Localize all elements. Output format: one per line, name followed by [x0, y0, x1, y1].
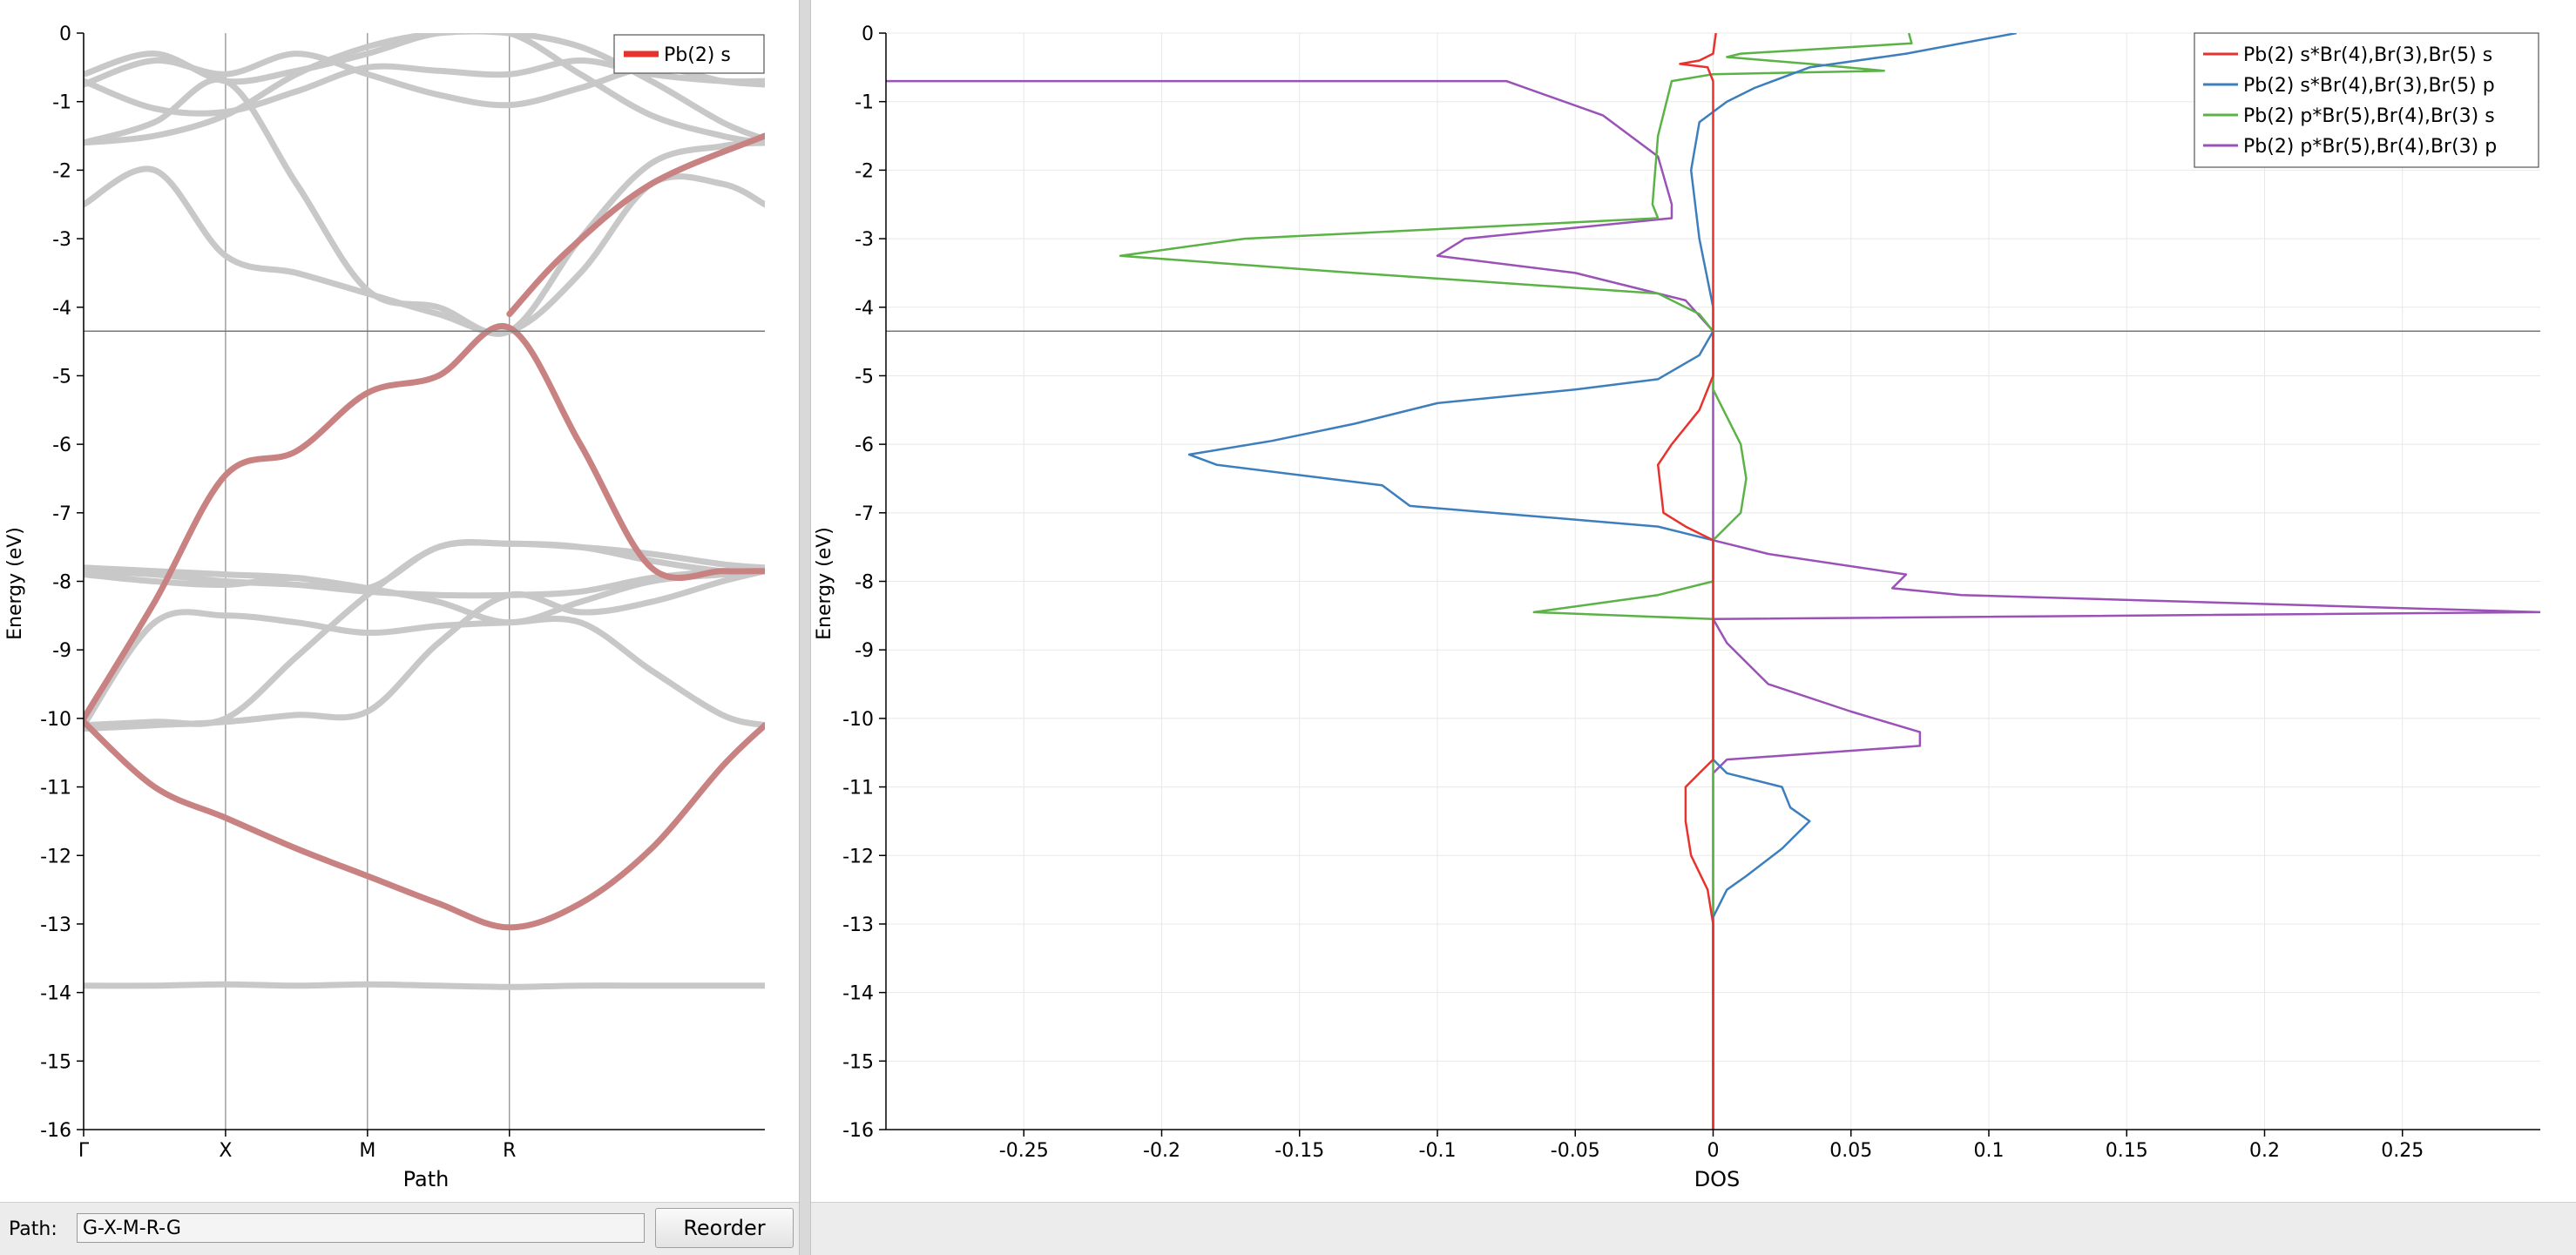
- band-y-tick-label: -11: [40, 778, 71, 800]
- reorder-button[interactable]: Reorder: [655, 1208, 794, 1248]
- dos-status-bar: [811, 1202, 2576, 1255]
- band-y-tick-label: -1: [52, 92, 71, 114]
- band-line: [84, 981, 765, 990]
- dos-y-tick-label: -13: [842, 914, 874, 936]
- dos-x-tick-label: -0.25: [999, 1140, 1049, 1162]
- dos-x-tick-label: -0.2: [1143, 1140, 1180, 1162]
- dos-panel: Energy (eV) DOS 0 -1 -2 -3 -4 -5 -6 -7 -8 -9 -10 -1…: [811, 0, 2576, 1255]
- dos-x-tick-label: 0.2: [2249, 1140, 2280, 1162]
- dos-legend-label: Pb(2) p*Br(5),Br(4),Br(3) s: [2243, 105, 2495, 127]
- band-y-tick-label: -6: [52, 435, 71, 456]
- dos-y-tick-label: -9: [855, 640, 874, 662]
- dos-y-tick-label: -8: [855, 572, 874, 594]
- band-y-tick-label: -12: [40, 846, 71, 867]
- dos-x-tick-label: -0.05: [1551, 1140, 1600, 1162]
- dos-legend-label: Pb(2) s*Br(4),Br(3),Br(5) p: [2243, 75, 2495, 97]
- dos-y-tick-label: -3: [855, 229, 874, 251]
- band-y-tick-label: -16: [40, 1120, 71, 1142]
- dos-x-tick-label: -0.1: [1419, 1140, 1457, 1162]
- band-y-tick-label: -2: [52, 160, 71, 182]
- dos-y-tick-label: -14: [842, 983, 874, 1005]
- dos-x-tick-label: 0: [1707, 1140, 1720, 1162]
- band-y-axis-label: Energy (eV): [4, 527, 26, 640]
- dos-y-tick-label: -15: [842, 1051, 874, 1073]
- band-y-tick-label: -5: [52, 366, 71, 388]
- dos-x-tick-label: 0.25: [2381, 1140, 2424, 1162]
- pane-splitter[interactable]: [799, 0, 811, 1255]
- dos-y-tick-label: -10: [842, 709, 874, 731]
- kpoint-label: Γ: [78, 1140, 90, 1162]
- path-label: Path:: [9, 1218, 57, 1240]
- dos-chart: Energy (eV) DOS 0 -1 -2 -3 -4 -5 -6 -7 -8 -9 -10 -1…: [814, 24, 2540, 1191]
- band-y-tick-label: -4: [52, 298, 71, 320]
- band-y-tick-label: -7: [52, 503, 71, 525]
- dos-y-tick-label: -12: [842, 846, 874, 867]
- kpoint-label: M: [359, 1140, 375, 1162]
- dos-y-tick-label: -11: [842, 778, 874, 800]
- dos-legend: Pb(2) s*Br(4),Br(3),Br(5) s Pb(2) s*Br(4)…: [2194, 32, 2539, 168]
- band-y-tick-label: -3: [52, 229, 71, 251]
- dos-x-tick-label: 0.05: [1829, 1140, 1872, 1162]
- dos-y-tick-label: -2: [855, 160, 874, 182]
- dos-y-tick-label: -5: [855, 366, 874, 388]
- band-y-tick-label: -14: [40, 983, 71, 1005]
- path-toolbar: Path: Reorder: [0, 1202, 799, 1255]
- path-input[interactable]: [77, 1213, 645, 1243]
- band-y-tick-label: -9: [52, 640, 71, 662]
- band-structure-chart: Energy (eV) Path 0 -1 -2 -3 -4 -5 -6 -7 -8 -9 -10 -…: [4, 24, 765, 1191]
- dos-legend-label: Pb(2) p*Br(5),Br(4),Br(3) p: [2243, 136, 2497, 158]
- dos-x-tick-label: 0.15: [2106, 1140, 2148, 1162]
- dos-legend-label: Pb(2) s*Br(4),Br(3),Br(5) s: [2243, 44, 2492, 66]
- dos-x-axis-label: DOS: [1694, 1167, 1741, 1191]
- band-y-tick-label: -8: [52, 572, 71, 594]
- band-y-tick-label: -13: [40, 914, 71, 936]
- band-y-tick-label: -15: [40, 1051, 71, 1073]
- dos-y-tick-label: -7: [855, 503, 874, 525]
- dos-y-tick-label: -1: [855, 92, 874, 114]
- kpoint-label: X: [219, 1140, 232, 1162]
- dos-y-tick-label: 0: [862, 24, 874, 45]
- dos-x-tick-label: -0.15: [1274, 1140, 1324, 1162]
- band-y-tick-label: 0: [59, 24, 71, 45]
- dos-y-tick-label: -4: [855, 298, 874, 320]
- dos-y-tick-label: -6: [855, 435, 874, 456]
- band-legend-label: Pb(2) s: [664, 44, 731, 66]
- band-x-axis-label: Path: [403, 1167, 450, 1191]
- band-structure-panel: Energy (eV) Path 0 -1 -2 -3 -4 -5 -6 -7 -8 -9 -10 -…: [0, 0, 799, 1255]
- kpoint-label: R: [503, 1140, 516, 1162]
- dos-x-tick-label: 0.1: [1974, 1140, 2005, 1162]
- dos-y-tick-label: -16: [842, 1120, 874, 1142]
- band-legend: Pb(2) s: [613, 34, 765, 74]
- band-y-tick-label: -10: [40, 709, 71, 731]
- dos-y-axis-label: Energy (eV): [814, 527, 835, 640]
